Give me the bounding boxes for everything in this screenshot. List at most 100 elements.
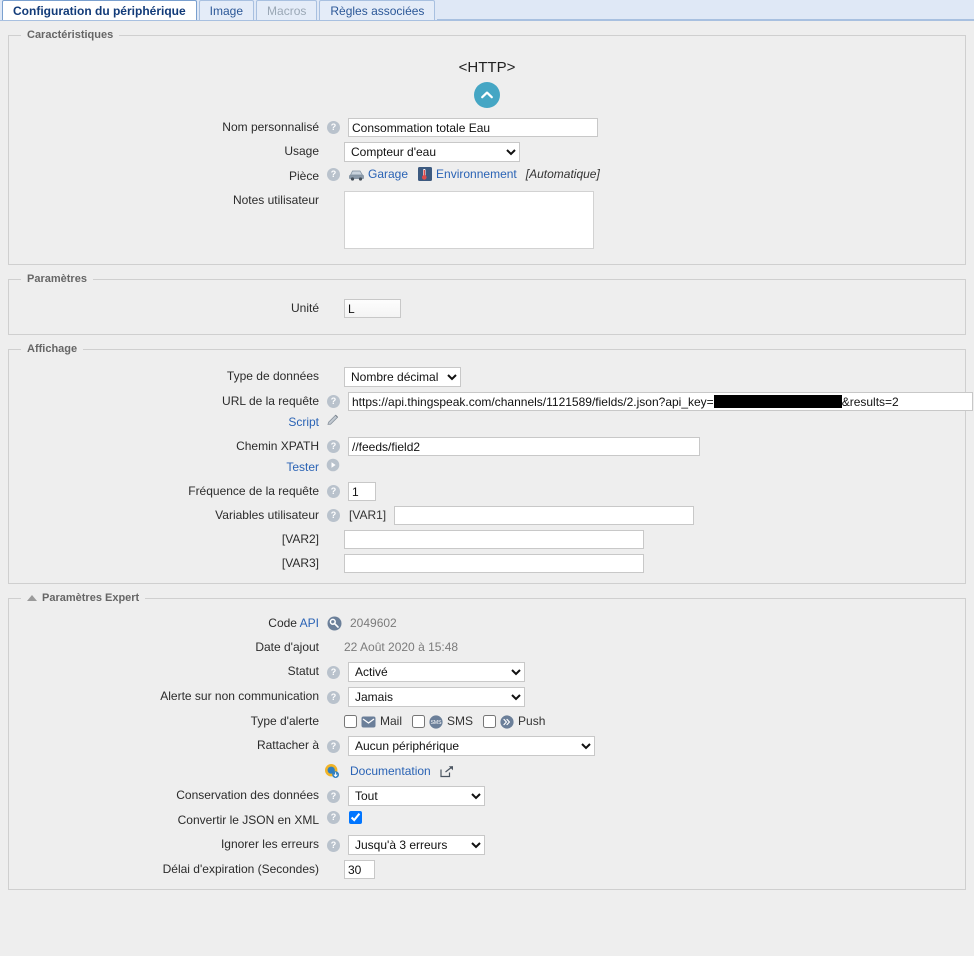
alert-push-checkbox[interactable] [483,715,497,728]
row-script: Script [9,413,965,432]
envelope-icon [361,716,376,728]
convertir-json-en-xml-label: Convertir le JSON en XML [177,813,319,827]
type-de-donnees-select[interactable]: Nombre décimal [344,367,461,387]
unite-label: Unité [290,301,319,315]
row-url-de-la-requete: URL de la requête ? https://api.thingspe… [9,392,973,411]
piece-group-link[interactable]: Environnement [436,167,517,181]
delai-dexpiration-input[interactable] [344,860,375,879]
help-icon-piece[interactable]: ? [327,167,340,181]
delai-dexpiration-label: Délai d'expiration (Secondes) [162,862,319,876]
alert-sms-checkbox[interactable] [412,715,426,728]
tab-configuration-du-peripherique[interactable]: Configuration du périphérique [2,0,197,20]
help-icon-alerte-non-communication[interactable]: ? [327,690,340,704]
nom-personnalise-label: Nom personnalisé [222,120,319,134]
var2-label: [VAR2] [281,532,319,546]
type-de-donnees-label: Type de données [226,369,319,383]
help-icon-url[interactable]: ? [327,395,340,408]
row-type-de-donnees: Type de données Nombre décimal [9,367,965,387]
var2-input[interactable] [344,530,644,549]
help-icon-frequence[interactable]: ? [327,485,340,498]
tester-link[interactable]: Tester [286,460,319,474]
convertir-json-en-xml-checkbox[interactable] [349,811,362,824]
conservation-des-donnees-label: Conservation des données [176,788,319,802]
sms-icon: SMS [429,714,443,729]
device-config-form: Caractéristiques <HTTP> Nom personnalisé… [0,29,974,890]
script-label-cell: Script [9,413,324,432]
alerte-non-communication-select[interactable]: Jamais [348,687,525,707]
chemin-xpath-label: Chemin XPATH [236,439,319,453]
help-icon-ignorer-erreurs[interactable]: ? [327,838,340,852]
unite-input[interactable] [344,299,401,318]
row-type-dalerte: Type d'alerte Mail SMS SMS Push [9,712,965,731]
tab-macros[interactable]: Macros [256,0,318,20]
url-suffix-text: &results=2 [841,394,899,409]
nom-personnalise-input[interactable] [348,118,598,137]
section-parametres: Paramètres Unité [8,273,966,335]
alert-push-label: Push [518,714,546,728]
var1-input[interactable] [394,506,695,525]
section-caracteristiques: Caractéristiques <HTTP> Nom personnalisé… [8,29,966,265]
usage-select[interactable]: Compteur d'eau [344,142,520,162]
usage-label: Usage [284,144,319,158]
conservation-des-donnees-select[interactable]: Tout [348,786,485,806]
url-de-la-requete-input[interactable]: https://api.thingspeak.com/channels/1121… [348,392,973,411]
type-dalerte-label: Type d'alerte [250,714,319,728]
row-unite: Unité [9,299,965,318]
row-variables-utilisateur-var1: Variables utilisateur ? [VAR1] [9,506,965,525]
ignorer-les-erreurs-select[interactable]: Jusqu'à 3 erreurs [348,835,485,855]
row-frequence-de-la-requete: Fréquence de la requête ? [9,482,965,501]
key-icon[interactable] [327,616,342,631]
frequence-de-la-requete-input[interactable] [348,482,376,501]
garage-icon [349,168,364,181]
chevron-up-circle-icon[interactable] [474,82,500,108]
help-icon-json-xml[interactable]: ? [327,811,340,824]
device-type-title: <HTTP> [458,59,516,76]
statut-select[interactable]: Activé [348,662,525,682]
section-caracteristiques-legend: Caractéristiques [27,29,114,41]
row-nom-personnalise: Nom personnalisé ? [9,118,965,137]
push-chevrons-icon [500,714,514,729]
row-alerte-non-communication: Alerte sur non communication ? Jamais [9,687,965,707]
date-dajout-label: Date d'ajout [255,640,319,654]
alert-mail-label: Mail [380,714,403,728]
piece-room-link[interactable]: Garage [368,167,408,181]
collapse-triangle-icon[interactable] [27,595,37,601]
url-de-la-requete-label: URL de la requête [222,394,319,408]
row-tester: Tester [9,458,965,477]
api-link[interactable]: API [300,616,319,630]
alerte-non-communication-label: Alerte sur non communication [160,689,319,703]
external-link-icon[interactable] [440,765,454,778]
play-icon[interactable] [326,458,340,472]
help-icon-rattacher[interactable]: ? [327,739,340,753]
help-icon-conservation[interactable]: ? [327,789,340,803]
script-link[interactable]: Script [288,415,319,429]
row-statut: Statut ? Activé [9,662,965,682]
notes-utilisateur-label: Notes utilisateur [232,193,319,207]
row-convertir-json-en-xml: Convertir le JSON en XML ? [9,811,965,830]
notes-utilisateur-textarea[interactable] [344,191,594,249]
variables-utilisateur-label: Variables utilisateur [215,508,319,522]
help-icon-nom-personnalise[interactable]: ? [327,121,340,134]
row-code-api: Code API 2049602 [9,614,965,633]
alert-mail-checkbox[interactable] [344,715,357,728]
frequence-de-la-requete-label: Fréquence de la requête [188,484,319,498]
help-icon-statut[interactable]: ? [327,665,340,679]
help-globe-icon[interactable] [324,763,340,779]
help-icon-variables[interactable]: ? [327,509,340,522]
code-api-value: 2049602 [350,616,397,630]
tab-bar: Configuration du périphérique Image Macr… [0,0,974,21]
row-ignorer-les-erreurs: Ignorer les erreurs ? Jusqu'à 3 erreurs [9,835,965,855]
chemin-xpath-input[interactable] [348,437,700,456]
help-icon-xpath[interactable]: ? [327,440,340,453]
tab-regles-associees[interactable]: Règles associées [319,0,436,20]
rattacher-a-label: Rattacher à [256,738,319,752]
rattacher-a-select[interactable]: Aucun périphérique [348,736,595,756]
row-conservation-des-donnees: Conservation des données ? Tout [9,786,965,806]
tab-image[interactable]: Image [198,0,255,20]
row-notes-utilisateur: Notes utilisateur [9,191,965,249]
url-api-key-redaction [713,395,842,408]
var3-input[interactable] [344,554,644,573]
documentation-link[interactable]: Documentation [350,761,431,781]
pencil-icon[interactable] [326,413,340,427]
tester-label-cell: Tester [9,458,324,477]
